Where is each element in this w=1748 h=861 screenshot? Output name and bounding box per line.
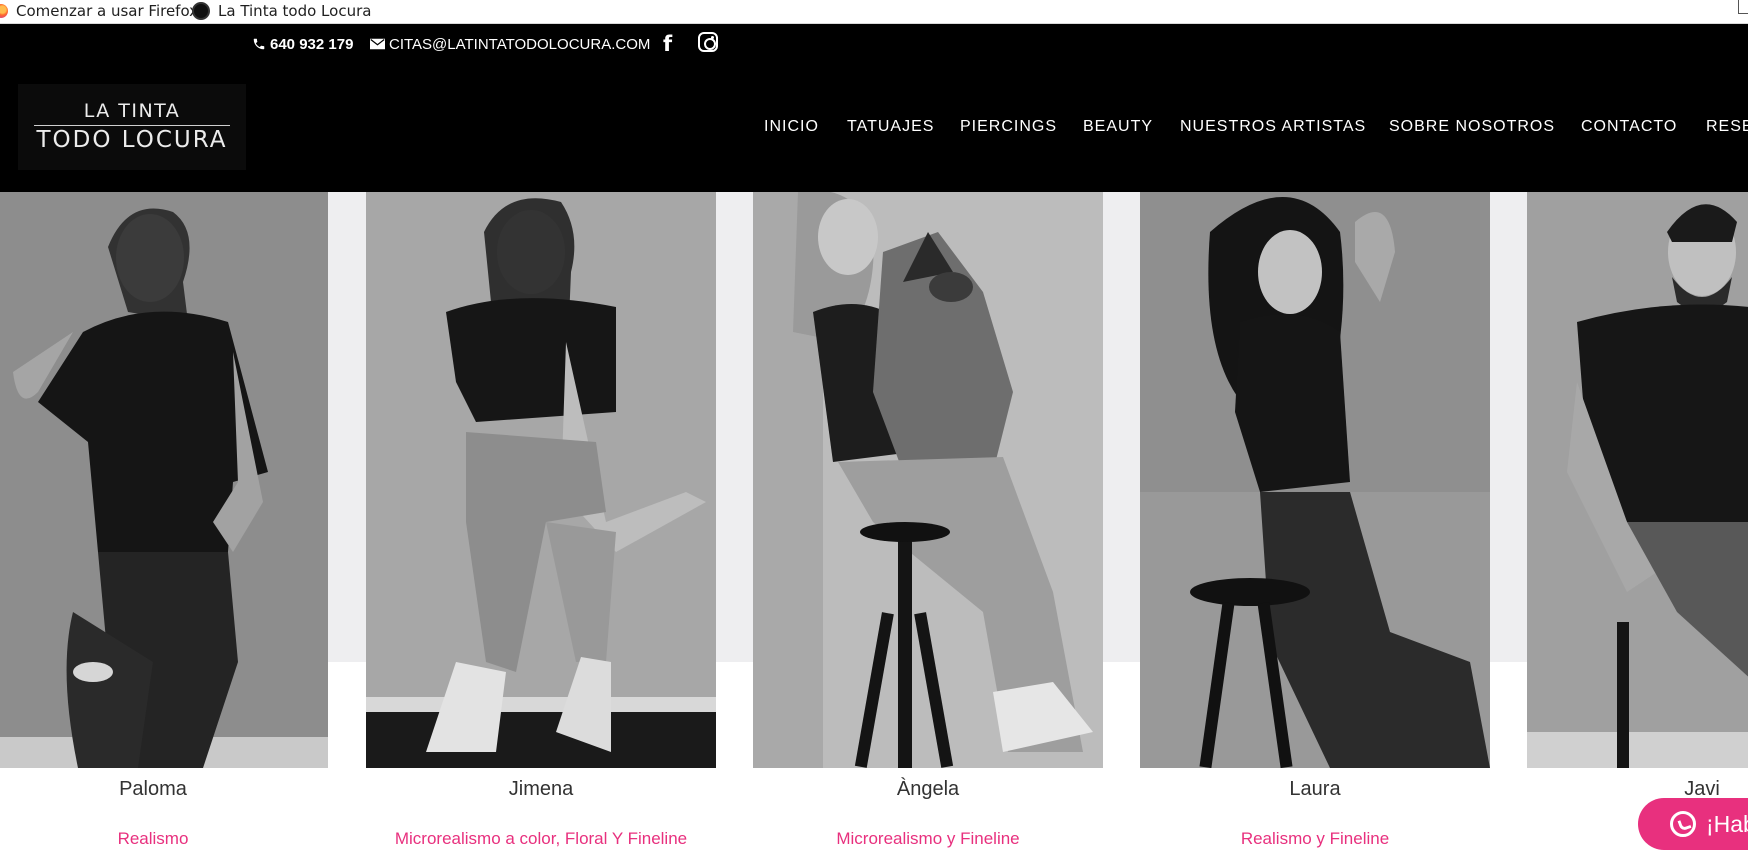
artist-name: Laura: [1289, 778, 1341, 800]
nav-nuestros-artistas[interactable]: NUESTROS ARTISTAS: [1180, 118, 1366, 136]
artist-style[interactable]: Microrealismo a color, Floral Y Fineline: [366, 829, 716, 849]
artist-photo: [366, 192, 716, 768]
artist-photo: [1527, 192, 1748, 768]
artist-name: Àngela: [896, 778, 960, 800]
artist-style[interactable]: Realismo: [0, 829, 328, 849]
instagram-icon[interactable]: [698, 32, 718, 52]
phone-link[interactable]: 640 932 179: [252, 24, 353, 64]
artist-card[interactable]: Paloma Realismo: [0, 192, 328, 861]
phone-number: 640 932 179: [270, 35, 354, 53]
nav-contacto[interactable]: CONTACTO: [1581, 118, 1677, 136]
artist-card[interactable]: Javi: [1527, 192, 1748, 861]
whatsapp-label: ¡Hab: [1706, 810, 1748, 837]
envelope-icon: [370, 38, 385, 50]
email-link[interactable]: CITAS@LATINTATODOLOCURA.COM: [370, 24, 650, 64]
artist-card[interactable]: Laura Realismo y Fineline: [1140, 192, 1490, 861]
bookmark-label: Comenzar a usar Firefox: [16, 2, 199, 20]
artist-photo: [0, 192, 328, 768]
bookmark-label: La Tinta todo Locura: [218, 2, 372, 20]
artist-card[interactable]: Jimena Microrealismo a color, Floral Y F…: [366, 192, 716, 861]
main-nav: INICIO TATUAJES PIERCINGS BEAUTY NUESTRO…: [0, 70, 1748, 192]
nav-inicio[interactable]: INICIO: [764, 118, 819, 136]
nav-beauty[interactable]: BEAUTY: [1083, 118, 1153, 136]
other-bookmarks-icon[interactable]: [1738, 0, 1748, 14]
artists-gallery: Paloma Realismo Jimena Microrealismo a c…: [0, 192, 1748, 861]
bookmark-la-tinta[interactable]: La Tinta todo Locura: [192, 0, 371, 22]
site-header: LA TINTA TODO LOCURA INICIO TATUAJES PIE…: [0, 70, 1748, 192]
phone-icon: [253, 38, 265, 50]
page: Comenzar a usar Firefox La Tinta todo Lo…: [0, 0, 1748, 861]
artist-photo: [753, 192, 1103, 768]
artist-style[interactable]: Microrealismo y Fineline: [753, 829, 1103, 849]
artist-name: Jimena: [508, 778, 574, 800]
bookmarks-bar: Comenzar a usar Firefox La Tinta todo Lo…: [0, 0, 1748, 24]
artist-card[interactable]: Àngela Microrealismo y Fineline: [753, 192, 1103, 861]
whatsapp-icon: [1670, 811, 1696, 837]
nav-sobre-nosotros[interactable]: SOBRE NOSOTROS: [1389, 118, 1555, 136]
nav-tatuajes[interactable]: TATUAJES: [847, 118, 934, 136]
artist-photo: [1140, 192, 1490, 768]
facebook-icon[interactable]: f: [663, 24, 672, 64]
nav-resenas[interactable]: RESE: [1706, 118, 1748, 136]
artist-style[interactable]: Realismo y Fineline: [1140, 829, 1490, 849]
contact-bar: 640 932 179 CITAS@LATINTATODOLOCURA.COM …: [0, 24, 1748, 70]
email-address: CITAS@LATINTATODOLOCURA.COM: [389, 35, 651, 53]
firefox-icon: [0, 4, 8, 18]
artist-name: Paloma: [119, 778, 187, 800]
nav-piercings[interactable]: PIERCINGS: [960, 118, 1057, 136]
site-favicon-icon: [192, 2, 210, 20]
whatsapp-chat-button[interactable]: ¡Hab: [1638, 798, 1748, 850]
bookmark-firefox[interactable]: Comenzar a usar Firefox: [0, 0, 198, 22]
